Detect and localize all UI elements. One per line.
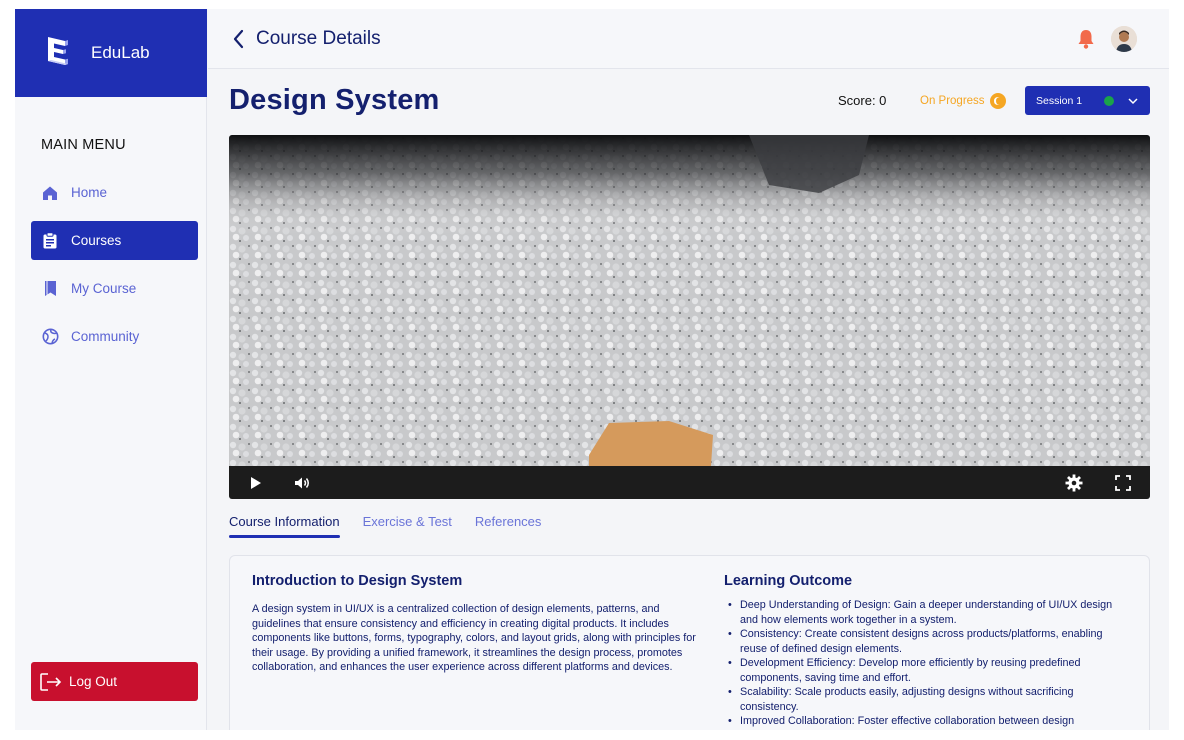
video-frame bbox=[229, 135, 1150, 466]
top-bar: Course Details bbox=[208, 9, 1169, 69]
list-item: Deep Understanding of Design: Gain a dee… bbox=[724, 598, 1124, 627]
introduction-text: A design system in UI/UX is a centralize… bbox=[252, 603, 696, 673]
brand-header[interactable]: EduLab bbox=[15, 9, 207, 97]
sidebar-item-courses[interactable]: Courses bbox=[31, 221, 198, 260]
globe-icon bbox=[41, 328, 59, 346]
sidebar-item-label: My Course bbox=[71, 281, 137, 296]
tab-course-information[interactable]: Course Information bbox=[229, 514, 340, 538]
logout-label: Log Out bbox=[69, 674, 118, 689]
score-label: Score: 0 bbox=[838, 93, 887, 108]
bookmark-icon bbox=[41, 280, 59, 298]
user-avatar[interactable] bbox=[1111, 26, 1137, 52]
settings-gear-icon[interactable] bbox=[1065, 474, 1083, 492]
session-select[interactable]: Session 1 bbox=[1025, 86, 1150, 115]
tab-exercise-test[interactable]: Exercise & Test bbox=[363, 514, 452, 538]
fullscreen-icon[interactable] bbox=[1114, 474, 1132, 492]
session-label: Session 1 bbox=[1036, 94, 1083, 107]
introduction-section: Introduction to Design System A design s… bbox=[252, 573, 702, 675]
edulab-logo-icon bbox=[48, 37, 68, 65]
learning-outcome-list: Deep Understanding of Design: Gain a dee… bbox=[724, 598, 1124, 729]
play-icon[interactable] bbox=[246, 474, 264, 492]
moon-icon bbox=[989, 93, 1006, 109]
page-title: Course Details bbox=[256, 28, 381, 49]
home-icon bbox=[41, 184, 59, 202]
chevron-down-icon bbox=[1128, 98, 1138, 105]
progress-status-label: On Progress bbox=[920, 95, 985, 107]
list-item: Consistency: Create consistent designs a… bbox=[724, 627, 1124, 656]
sidebar-item-label: Community bbox=[71, 329, 140, 344]
list-item: Development Efficiency: Develop more eff… bbox=[724, 656, 1124, 685]
list-item: Scalability: Scale products easily, adju… bbox=[724, 685, 1124, 714]
logout-button[interactable]: Log Out bbox=[31, 662, 198, 701]
learning-outcome-section: Learning Outcome Deep Understanding of D… bbox=[724, 573, 1124, 729]
list-item: Improved Collaboration: Foster effective… bbox=[724, 714, 1124, 729]
sidebar: EduLab MAIN MENU Home Courses My Course … bbox=[15, 9, 207, 730]
app-frame: EduLab MAIN MENU Home Courses My Course … bbox=[15, 9, 1169, 730]
introduction-title: Introduction to Design System bbox=[252, 573, 463, 589]
video-controls bbox=[229, 466, 1150, 499]
clipboard-icon bbox=[41, 232, 59, 250]
progress-status: On Progress bbox=[920, 93, 1006, 109]
main-menu: Home Courses My Course Community bbox=[31, 173, 198, 365]
volume-icon[interactable] bbox=[293, 474, 311, 492]
logout-icon bbox=[39, 672, 63, 692]
course-title: Design System bbox=[229, 84, 440, 116]
sidebar-item-label: Courses bbox=[71, 233, 122, 248]
tab-references[interactable]: References bbox=[475, 514, 541, 538]
brand-name: EduLab bbox=[91, 43, 150, 62]
course-info-card: Introduction to Design System A design s… bbox=[229, 555, 1150, 730]
bell-icon[interactable] bbox=[1076, 28, 1096, 50]
sidebar-item-label: Home bbox=[71, 185, 108, 200]
sidebar-item-home[interactable]: Home bbox=[31, 173, 198, 212]
video-player[interactable] bbox=[229, 135, 1150, 499]
session-status-dot bbox=[1104, 96, 1114, 106]
sidebar-item-my-course[interactable]: My Course bbox=[31, 269, 198, 308]
user-avatar-image bbox=[1111, 26, 1137, 52]
main-menu-title: MAIN MENU bbox=[41, 137, 126, 153]
learning-outcome-title: Learning Outcome bbox=[724, 573, 853, 589]
course-tabs: Course Information Exercise & Test Refer… bbox=[229, 514, 564, 538]
sidebar-item-community[interactable]: Community bbox=[31, 317, 198, 356]
back-arrow-icon[interactable] bbox=[230, 27, 246, 51]
